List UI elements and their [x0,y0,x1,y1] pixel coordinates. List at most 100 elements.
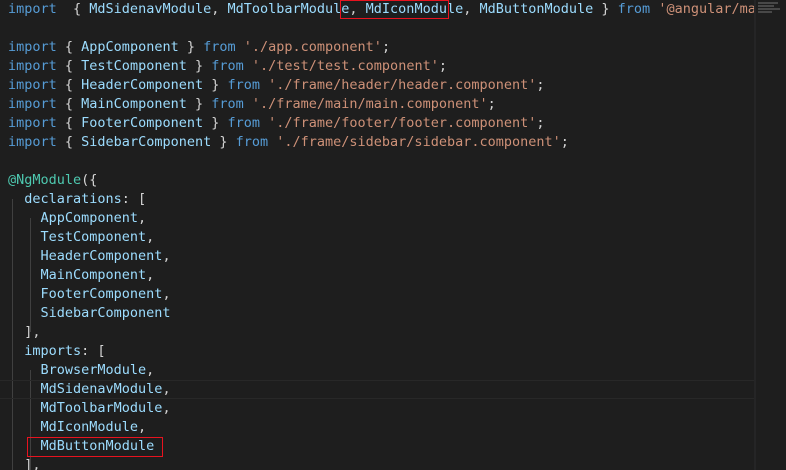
code-token: TestComponent [8,229,147,245]
code-token: { [56,77,82,93]
code-token: @NgModule [8,172,82,188]
code-token: , [349,1,366,17]
code-token: } [186,58,212,74]
code-line[interactable]: import { SidebarComponent } from './fram… [8,133,569,152]
code-token: } [203,115,228,131]
code-line[interactable]: import { MainComponent } from './frame/m… [8,95,496,114]
minimap-line [758,8,780,10]
code-token: , [463,1,480,17]
indent-guide [30,218,31,332]
code-token: , [138,210,147,226]
code-token: { [56,115,82,131]
code-line[interactable]: SidebarComponent [8,304,171,323]
code-token: } [178,39,204,55]
code-token: ; [560,134,569,150]
code-token: import [8,1,57,17]
code-token: './app.component' [243,39,382,55]
code-token: BrowserModule [8,362,147,378]
code-token: AppComponent [81,39,179,55]
code-token: from [227,115,260,131]
code-line[interactable]: HeaderComponent, [8,247,171,266]
code-token: } [203,77,228,93]
code-token: ; [536,77,545,93]
code-token: from [617,1,651,17]
code-token: from [227,77,260,93]
code-token: , [146,267,155,283]
code-token: HeaderComponent [81,77,204,93]
code-line[interactable]: AppComponent, [8,209,147,228]
code-token: './frame/footer/footer.component' [268,115,537,131]
code-token: MdIconModule [365,1,464,17]
code-token: ; [536,115,545,131]
minimap-line [758,5,774,7]
code-token: import [8,39,57,55]
code-token: MdIconModule [8,419,139,435]
code-token: './frame/sidebar/sidebar.component' [276,134,561,150]
code-token: MainComponent [81,96,187,112]
code-token: , [146,362,155,378]
code-token: , [211,1,228,17]
code-token: './frame/main/main.component' [251,96,488,112]
code-token: import [8,96,57,112]
code-token: } [186,96,212,112]
code-token: : [ [81,343,106,359]
code-token: from [203,39,236,55]
code-token: , [146,229,155,245]
code-token: from [211,96,244,112]
code-token: TestComponent [81,58,187,74]
code-token: from [235,134,269,150]
code-editor[interactable]: import { MdSidenavModule, MdToolbarModul… [0,0,786,470]
code-token: MdButtonModule [479,1,594,17]
code-token: imports [8,343,82,359]
code-token: import [8,77,57,93]
minimap-line [758,11,772,13]
code-token: './test/test.component' [251,58,439,74]
code-token: MdToolbarModule [8,400,163,416]
code-token: from [211,58,244,74]
code-token: : [ [121,191,147,207]
code-line[interactable]: import { TestComponent } from './test/te… [8,57,447,76]
code-token: { [56,1,90,17]
minimap[interactable] [756,0,786,470]
code-token: './frame/header/header.component' [268,77,537,93]
code-token: , [162,286,171,302]
indent-guide [12,199,13,470]
code-token: ; [381,39,391,55]
code-token: SidebarComponent [81,134,212,150]
code-line[interactable]: MdToolbarModule, [8,399,171,418]
code-token: { [56,39,82,55]
code-token: declarations [8,191,122,207]
code-token: import [8,115,57,131]
code-token: HeaderComponent [8,248,163,264]
code-token: AppComponent [8,210,139,226]
code-line[interactable]: @NgModule({ [8,171,97,190]
code-token: MdToolbarModule [227,1,350,17]
code-token: FooterComponent [81,115,204,131]
code-token: MdSidenavModule [89,1,212,17]
code-line[interactable]: import { HeaderComponent } from './frame… [8,76,545,95]
code-token: { [56,134,82,150]
minimap-line [758,2,778,4]
code-token: , [162,400,171,416]
code-line[interactable]: FooterComponent, [8,285,171,304]
code-token: MainComponent [8,267,147,283]
code-line[interactable]: imports: [ [8,342,106,361]
code-token: ({ [81,172,98,188]
code-token: { [56,58,82,74]
code-token: , [138,419,147,435]
code-line[interactable]: import { AppComponent } from './app.comp… [8,38,390,57]
code-token: , [162,248,171,264]
code-line[interactable]: MdIconModule, [8,418,147,437]
code-token: ; [487,96,496,112]
code-line[interactable]: import { MdSidenavModule, MdToolbarModul… [8,0,786,19]
code-token: ; [438,58,447,74]
code-token: { [56,96,82,112]
code-line[interactable]: declarations: [ [8,190,146,209]
code-token: } [211,134,236,150]
code-line[interactable]: import { FooterComponent } from './frame… [8,114,545,133]
